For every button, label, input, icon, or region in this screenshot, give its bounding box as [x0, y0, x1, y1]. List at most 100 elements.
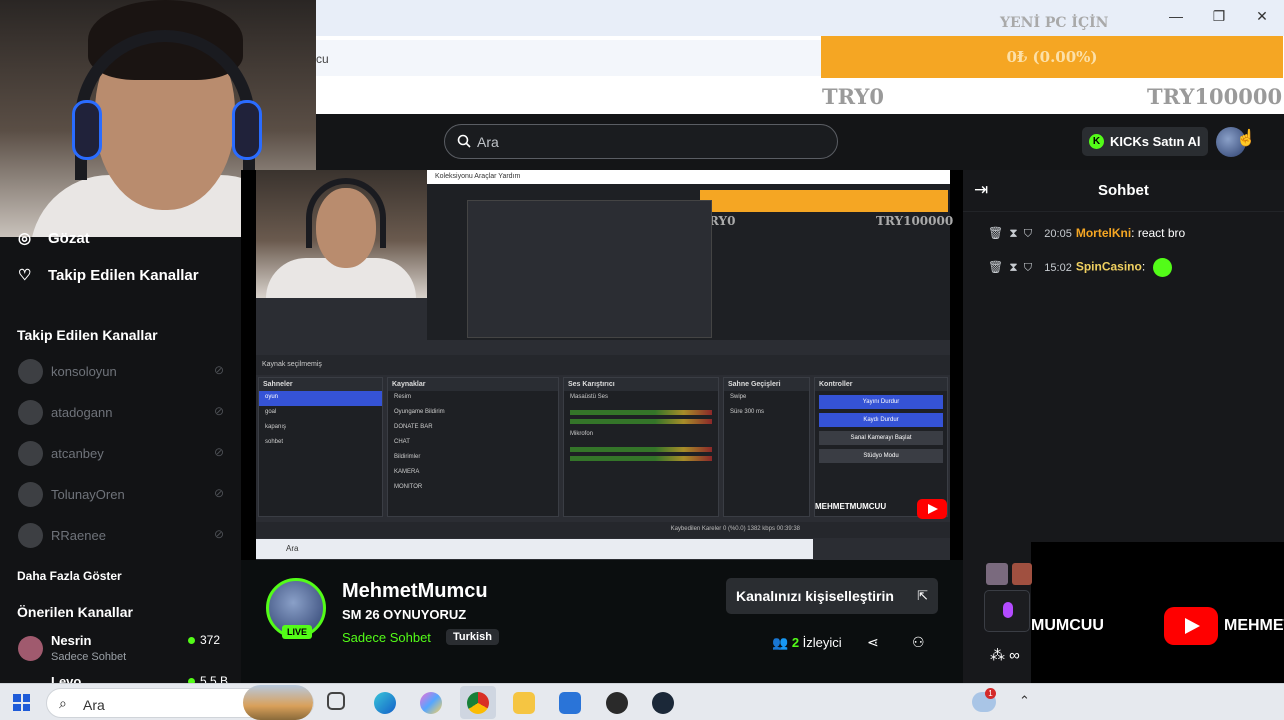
obs-source-row: DONATE BAR — [394, 424, 433, 430]
chevron-up-icon[interactable]: ⌃ — [1019, 693, 1030, 709]
obs-scene-row: goal — [265, 409, 277, 415]
obs-studio-mode-button: Stüdyo Modu — [819, 449, 943, 463]
mod-action-icons[interactable]: 🗑⧗⛉ — [988, 260, 1038, 274]
browser-tab-bar — [316, 0, 1284, 36]
audio-meter — [570, 447, 712, 452]
file-explorer-icon[interactable] — [513, 692, 535, 714]
avatar — [18, 441, 43, 466]
overlay-banner — [1031, 542, 1284, 683]
sidebar-item-browse[interactable]: ◎ Gözat — [18, 229, 90, 247]
avatar — [18, 636, 43, 661]
youtube-icon — [917, 499, 947, 519]
show-more-link[interactable]: Daha Fazla Göster — [17, 569, 122, 583]
minimize-button[interactable]: — — [1166, 8, 1186, 24]
external-link-icon: ⇱ — [917, 588, 928, 603]
message-user[interactable]: SpinCasino — [1076, 260, 1142, 274]
language-tag[interactable]: Turkish — [446, 629, 499, 645]
youtube-icon — [1164, 607, 1218, 645]
followed-channel-item[interactable]: atadogann ⊘ — [18, 400, 228, 426]
copilot-icon[interactable] — [420, 692, 442, 714]
viewer-count: 👥 2 İzleyici — [772, 635, 842, 651]
search-input[interactable]: Ara — [444, 124, 838, 159]
outlook-icon[interactable] — [559, 692, 581, 714]
avatar — [18, 359, 43, 384]
search-highlight-image[interactable] — [243, 685, 313, 720]
message-user[interactable]: MortelKni — [1076, 226, 1131, 240]
obs-icon[interactable] — [606, 692, 628, 714]
avatar — [18, 400, 43, 425]
viewer-count-label: İzleyici — [802, 635, 842, 650]
notification-badge: 1 — [985, 688, 996, 699]
windows-taskbar: ⌕ Ara 1 ⌃ — [0, 683, 1284, 720]
start-button[interactable] — [13, 694, 30, 711]
buy-kicks-label: KICKs Satın Al — [1110, 134, 1201, 149]
overlay-text-left: MUMCUU — [1031, 617, 1104, 634]
obs-goal-max: TRY100000 — [876, 214, 954, 228]
close-button[interactable]: ✕ — [1252, 8, 1272, 25]
obs-duration: Süre 300 ms — [724, 406, 809, 421]
task-view-icon[interactable] — [327, 692, 345, 710]
chat-user-avatar[interactable] — [986, 563, 1008, 585]
audio-meter — [570, 456, 712, 461]
followed-channel-item[interactable]: TolunayOren ⊘ — [18, 482, 228, 508]
obs-source-row: Oyungame Bildirim — [394, 409, 445, 415]
viewers-icon: 👥 — [772, 635, 789, 650]
taskbar-search-placeholder: Ara — [83, 697, 105, 713]
sidebar-item-label: Takip Edilen Kanallar — [48, 267, 199, 284]
play-icon — [1185, 618, 1200, 634]
browser-address-bar[interactable]: cu — [316, 40, 821, 76]
message-time: 15:02 — [1044, 261, 1072, 274]
offline-icon: ⊘ — [213, 527, 224, 541]
emote-icon — [1152, 258, 1172, 277]
obs-scenes-panel: Sahneler oyun goal kapanış sohbet — [258, 377, 383, 517]
collapse-chat-icon[interactable]: ⇥ — [974, 180, 988, 200]
followed-channel-item[interactable]: atcanbey ⊘ — [18, 441, 228, 467]
stream-category[interactable]: Sadece Sohbet — [342, 630, 431, 645]
obs-scene-row: oyun — [259, 391, 382, 406]
sidebar-item-label: Gözat — [48, 230, 90, 247]
screen: cu — ❐ ✕ YENİ PC İÇİN 0₺ (0.00%) TRY0 TR… — [0, 0, 1284, 720]
kicks-icon: K — [1089, 134, 1104, 149]
chat-extra-icons[interactable]: ⁂ ∞ — [990, 646, 1020, 664]
obs-transitions-panel: Sahne Geçişleri Swipe Süre 300 ms — [723, 377, 810, 517]
microphone-icon — [1003, 602, 1013, 618]
follow-user-icon[interactable]: ⚇ — [912, 634, 925, 651]
obs-duration-value: 300 ms — [744, 409, 765, 415]
avatar — [18, 523, 43, 548]
chat-user-avatar[interactable] — [1012, 563, 1032, 585]
steam-icon[interactable] — [652, 692, 674, 714]
offline-icon: ⊘ — [213, 486, 224, 500]
mod-action-icons[interactable]: 🗑⧗⛉ — [988, 226, 1038, 240]
obs-source-row: MONITOR — [394, 484, 423, 490]
mouse-cursor-icon: ☝ — [1236, 130, 1256, 147]
followed-channel-item[interactable]: RRaenee ⊘ — [18, 523, 228, 549]
chat-message: 🗑⧗⛉ 20:05 MortelKni: react bro — [988, 226, 1185, 241]
heart-icon: ♡ — [18, 267, 32, 284]
chrome-icon[interactable] — [467, 692, 489, 714]
followed-channel-item[interactable]: konsoloyun ⊘ — [18, 359, 228, 385]
obs-mixer-channel: Mikrofon — [570, 431, 594, 437]
viewer-count: 372 — [188, 633, 220, 647]
chat-message: 🗑⧗⛉ 15:02 SpinCasino: — [988, 258, 1172, 277]
message-text: : react bro — [1131, 226, 1186, 240]
stream-title: SM 26 OYNUYORUZ — [342, 607, 467, 622]
microphone-button[interactable] — [984, 590, 1030, 632]
channel-name: Nesrin — [51, 633, 92, 648]
share-icon[interactable]: ⋖ — [867, 634, 879, 651]
obs-webcam — [256, 170, 427, 298]
obs-virtual-camera-button: Sanal Kamerayı Başlat — [819, 431, 943, 445]
obs-stop-recording-button: Kaydı Durdur — [819, 413, 943, 427]
obs-mixer-panel: Ses Karıştırıcı Masaüstü Ses Mikrofon — [563, 377, 719, 517]
sidebar-item-following[interactable]: ♡ Takip Edilen Kanallar — [18, 266, 199, 284]
obs-toolbar: Kaynak seçilmemiş — [256, 355, 950, 375]
channel-name[interactable]: MehmetMumcu — [342, 580, 488, 603]
buy-kicks-button[interactable]: K KICKs Satın Al — [1082, 127, 1208, 156]
maximize-button[interactable]: ❐ — [1209, 8, 1229, 25]
obs-source-row: KAMERA — [394, 469, 420, 475]
offline-icon: ⊘ — [213, 404, 224, 418]
search-placeholder: Ara — [477, 134, 499, 150]
customize-channel-button[interactable]: Kanalınızı kişiselleştirin ⇱ — [726, 578, 938, 614]
channel-name: konsoloyun — [51, 364, 117, 379]
edge-icon[interactable] — [374, 692, 396, 714]
obs-panel-title: Sahne Geçişleri — [724, 378, 809, 391]
